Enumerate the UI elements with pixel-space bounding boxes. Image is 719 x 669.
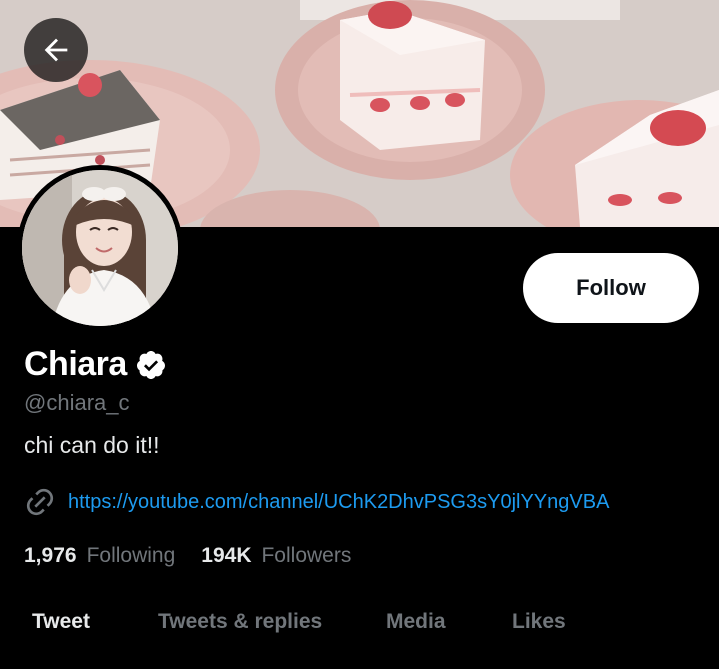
following-label: Following (86, 544, 176, 567)
profile-stats: 1,976 Following 194K Followers (24, 544, 351, 568)
profile-handle: @chiara_c (24, 390, 130, 415)
profile-name-row: Chiara (24, 345, 167, 384)
followers-stat[interactable]: 194K Followers (201, 544, 351, 568)
profile-link-row: https://youtube.com/channel/UChK2DhvPSG3… (24, 486, 609, 518)
follow-button[interactable]: Follow (523, 253, 699, 323)
tab-likes[interactable]: Likes (512, 610, 566, 634)
arrow-left-icon (44, 38, 68, 62)
back-button[interactable] (24, 18, 88, 82)
avatar-image (22, 170, 178, 326)
profile-name: Chiara (24, 345, 127, 383)
tab-media[interactable]: Media (386, 610, 446, 634)
following-count: 1,976 (24, 544, 77, 567)
tab-tweets-replies[interactable]: Tweets & replies (158, 610, 322, 634)
link-icon (26, 488, 54, 516)
profile-bio: chi can do it!! (24, 432, 160, 458)
tab-tweets[interactable]: Tweet (32, 610, 90, 634)
avatar[interactable] (17, 165, 183, 331)
following-stat[interactable]: 1,976 Following (24, 544, 175, 568)
profile-tabs: Tweet Tweets & replies Media Likes (0, 600, 719, 650)
verified-badge-icon[interactable] (135, 349, 167, 381)
followers-count: 194K (201, 544, 252, 567)
profile-link[interactable]: https://youtube.com/channel/UChK2DhvPSG3… (68, 491, 609, 514)
followers-label: Followers (261, 544, 352, 567)
